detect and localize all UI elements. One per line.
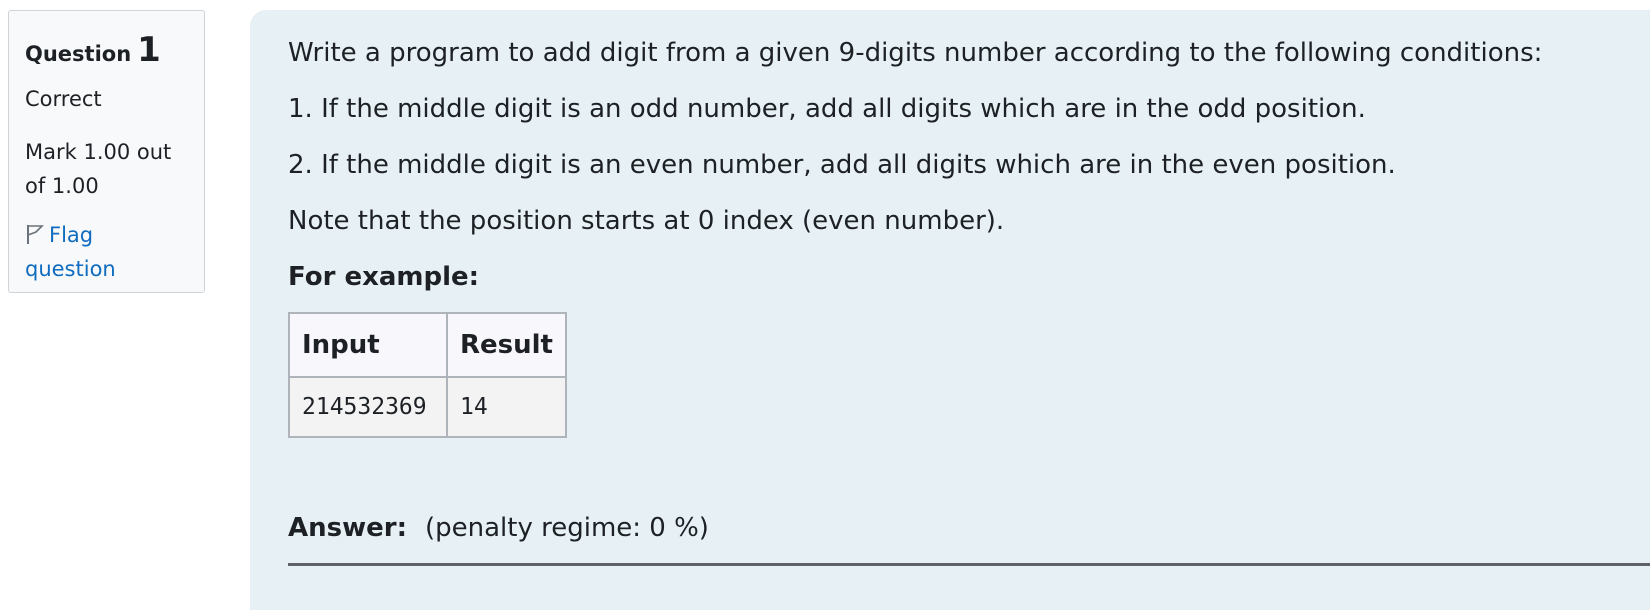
question-grade: Mark 1.00 out of 1.00 (25, 140, 172, 198)
table-header-result: Result (446, 312, 567, 378)
example-table-header-row: Input Result (288, 312, 567, 378)
question-content-panel: Write a program to add digit from a give… (250, 10, 1650, 610)
question-number-heading: Question 1 (25, 33, 204, 69)
table-cell-result: 14 (446, 376, 567, 438)
question-note: Note that the position starts at 0 index… (288, 206, 1005, 236)
question-label: Question (25, 42, 132, 66)
example-table: Input Result 214532369 14 (288, 312, 567, 438)
flag-question-link[interactable]: Flag question (25, 218, 185, 286)
answer-label: Answer: (288, 513, 407, 543)
answer-editor-top-edge[interactable] (288, 563, 1650, 566)
question-state: Correct (25, 87, 102, 111)
table-cell-input: 214532369 (288, 376, 448, 438)
penalty-regime: (penalty regime: 0 %) (424, 513, 709, 543)
question-condition-2: 2. If the middle digit is an even number… (288, 150, 1396, 180)
example-heading: For example: (288, 262, 480, 292)
question-number: 1 (137, 30, 161, 70)
question-intro: Write a program to add digit from a give… (288, 38, 1543, 68)
question-condition-1: 1. If the middle digit is an odd number,… (288, 94, 1366, 124)
question-info-panel: Question 1 Correct Mark 1.00 out of 1.00… (8, 10, 205, 293)
table-header-input: Input (288, 312, 448, 378)
flag-icon (27, 225, 44, 244)
answer-line: Answer: (penalty regime: 0 %) (288, 513, 709, 543)
table-row: 214532369 14 (288, 376, 567, 438)
